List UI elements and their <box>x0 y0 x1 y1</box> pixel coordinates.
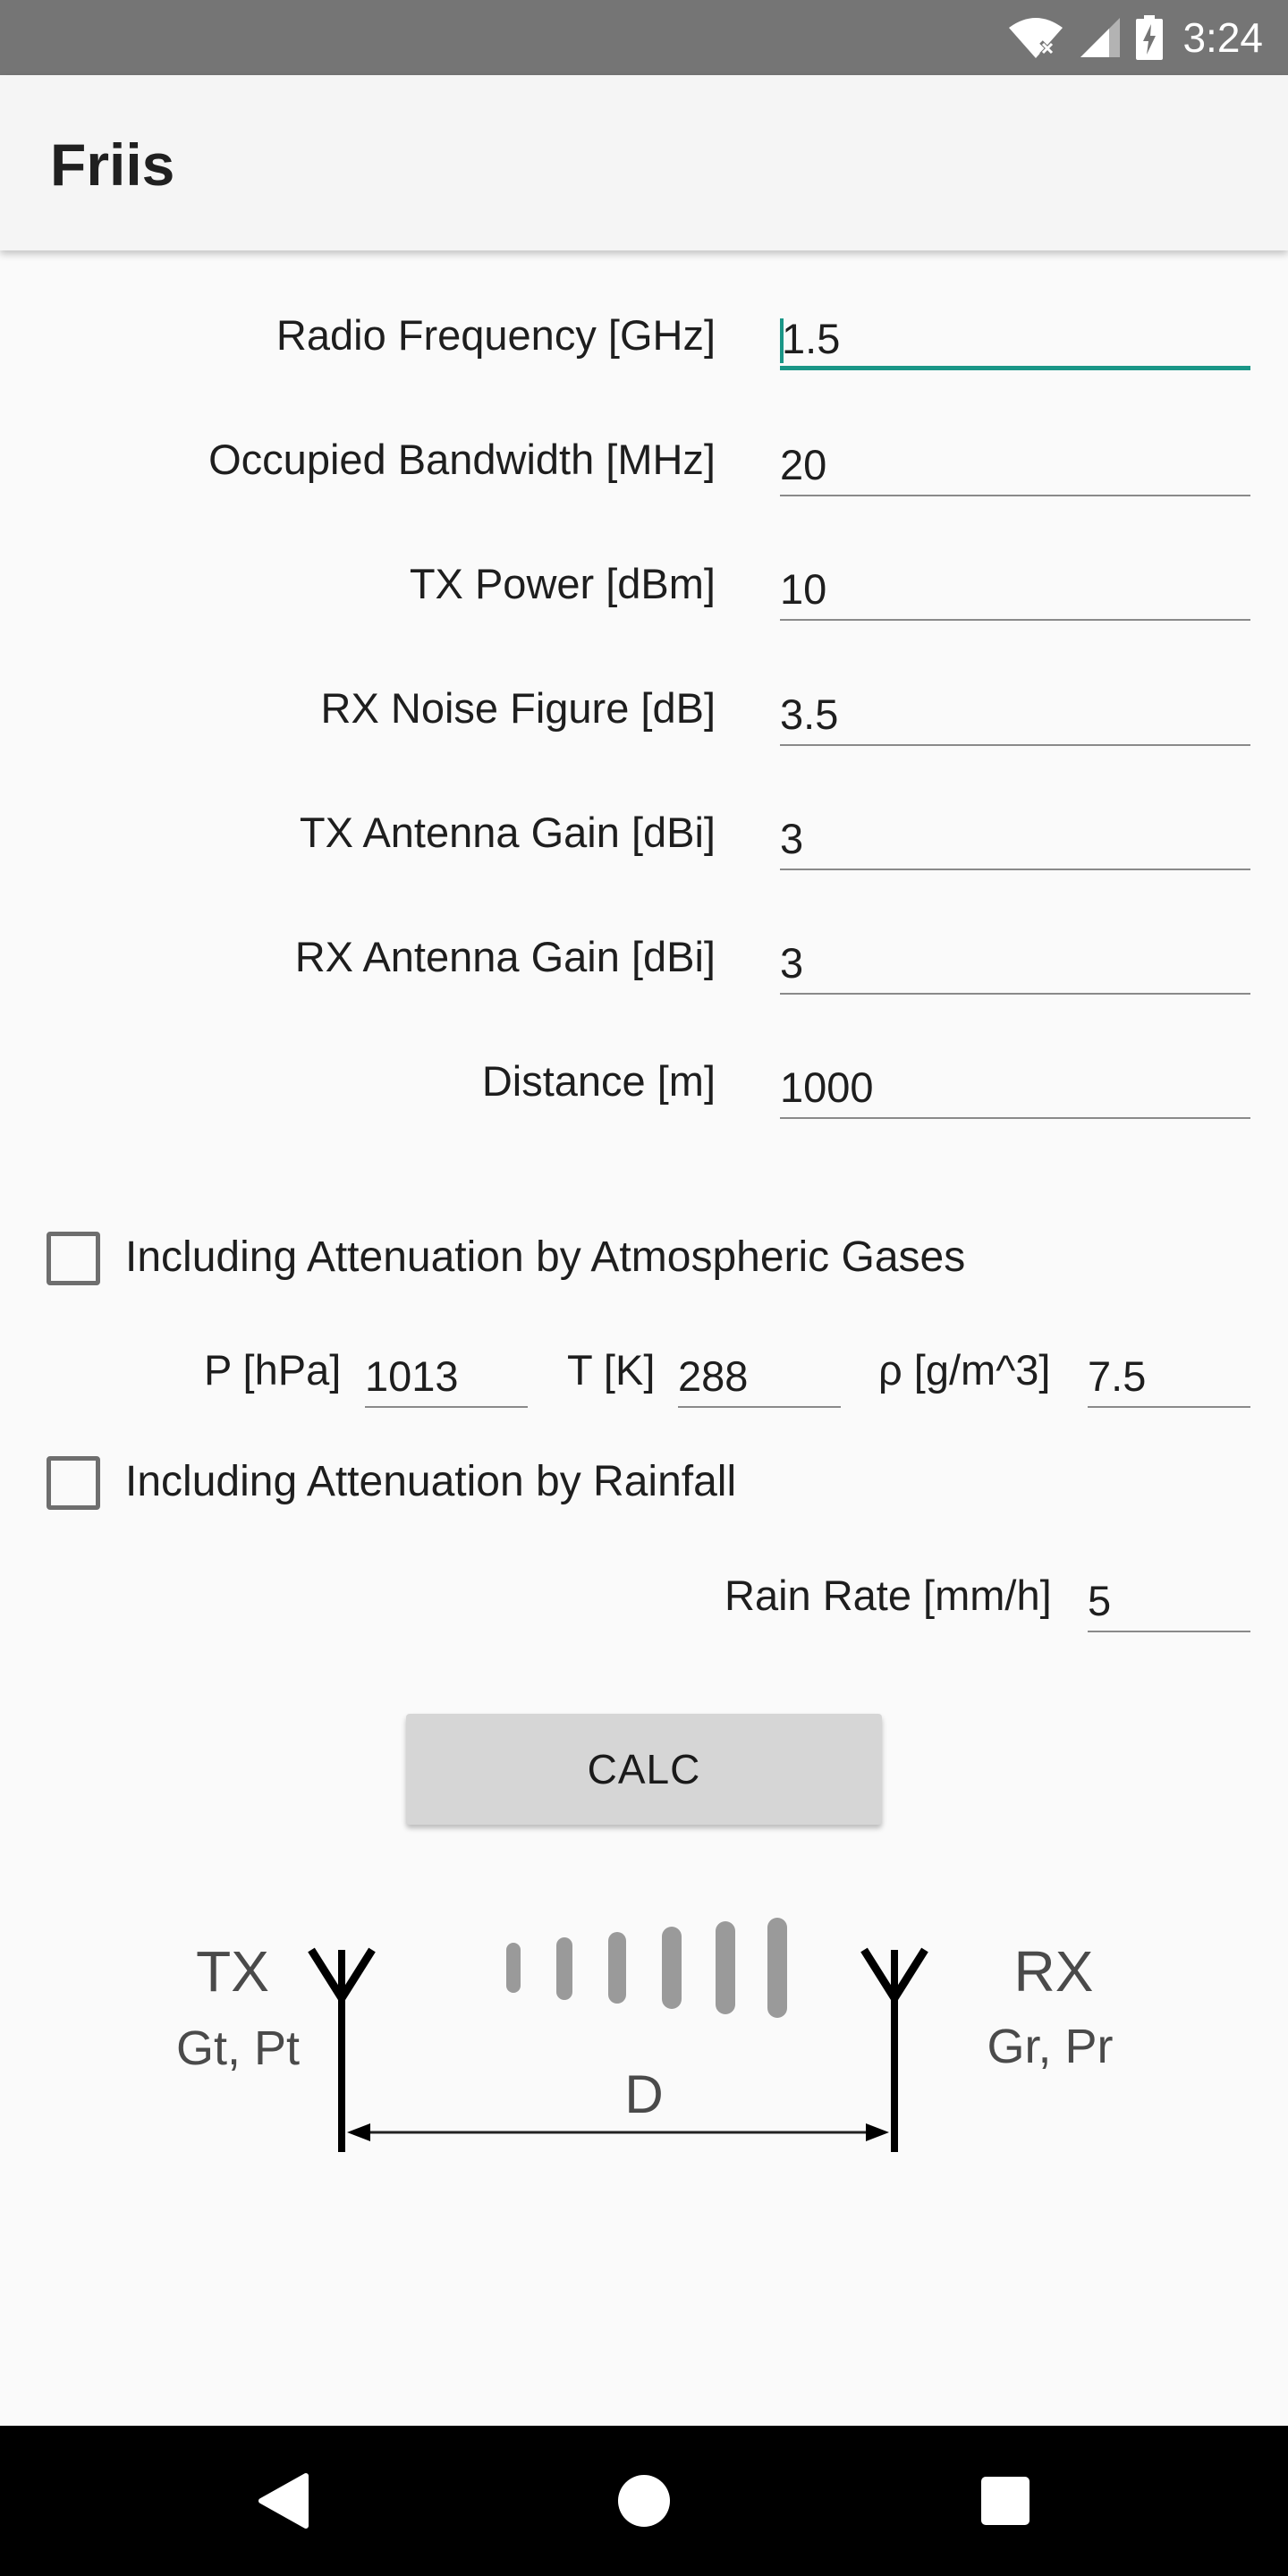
rain-rate-value: 5 <box>1088 1577 1112 1624</box>
rain-rate-input[interactable]: 5 <box>1088 1572 1250 1632</box>
rx-antenna-gain-label: RX Antenna Gain [dBi] <box>294 933 716 980</box>
recents-icon <box>981 2477 1030 2525</box>
rainfall-label: Including Attenuation by Rainfall <box>125 1458 737 1505</box>
rx-noise-figure-input[interactable]: 3.5 <box>780 685 1250 746</box>
cell-signal-icon <box>1079 16 1122 59</box>
atmospheric-gases-checkbox[interactable] <box>47 1232 100 1285</box>
rainfall-checkbox[interactable] <box>47 1456 100 1510</box>
tx-power-label: TX Power [dBm] <box>409 560 716 607</box>
density-value: 7.5 <box>1088 1352 1147 1400</box>
tx-antenna-gain-label: TX Antenna Gain [dBi] <box>299 809 716 856</box>
tx-params-label: Gt, Pt <box>176 2021 300 2075</box>
pressure-label: P [hPa] <box>204 1346 342 1394</box>
tx-antenna-icon <box>308 1947 376 2152</box>
radio-frequency-label: Radio Frequency [GHz] <box>275 311 716 359</box>
rx-antenna-gain-input[interactable]: 3 <box>780 934 1250 995</box>
tx-antenna-gain-value: 3 <box>780 815 804 862</box>
rain-rate-label: Rain Rate [mm/h] <box>724 1572 1052 1619</box>
rx-antenna-icon <box>860 1947 928 2152</box>
rx-params-label: Gr, Pr <box>987 2020 1113 2073</box>
rx-label: RX <box>1014 1939 1094 2004</box>
radio-frequency-value: 1.5 <box>782 315 841 362</box>
temperature-value: 288 <box>678 1352 749 1400</box>
status-time: 3:24 <box>1182 14 1263 61</box>
distance-arrow-icon <box>347 2123 889 2141</box>
rx-noise-figure-label: RX Noise Figure [dB] <box>320 684 716 732</box>
status-bar: 3:24 <box>0 0 1288 75</box>
pressure-input[interactable]: 1013 <box>365 1347 528 1408</box>
occupied-bandwidth-label: Occupied Bandwidth [MHz] <box>208 436 716 483</box>
temperature-label: T [K] <box>567 1346 656 1394</box>
tx-power-input[interactable]: 10 <box>780 560 1250 621</box>
occupied-bandwidth-input[interactable]: 20 <box>780 436 1250 496</box>
rx-antenna-gain-value: 3 <box>780 939 804 987</box>
nav-bar <box>0 2426 1288 2576</box>
tx-antenna-gain-input[interactable]: 3 <box>780 809 1250 870</box>
back-icon <box>258 2473 309 2529</box>
radio-wave-icon <box>506 1918 787 2018</box>
home-icon <box>618 2475 670 2527</box>
rx-noise-figure-value: 3.5 <box>780 691 839 738</box>
wifi-off-icon <box>1007 15 1064 60</box>
distance-value: 1000 <box>780 1063 874 1111</box>
home-button[interactable] <box>608 2465 680 2537</box>
friis-diagram: TX Gt, Pt RX Gr, Pr D <box>152 1905 1136 2174</box>
tx-power-value: 10 <box>780 565 827 613</box>
app-bar: Friis <box>0 75 1288 250</box>
status-icons: 3:24 <box>1007 9 1263 66</box>
calc-button[interactable]: CALC <box>406 1714 882 1825</box>
density-input[interactable]: 7.5 <box>1088 1347 1250 1408</box>
distance-label: Distance [m] <box>481 1057 716 1105</box>
back-button[interactable] <box>247 2465 318 2537</box>
occupied-bandwidth-value: 20 <box>780 441 827 488</box>
text-cursor <box>780 318 784 363</box>
density-label: ρ [g/m^3] <box>878 1346 1051 1394</box>
tx-label: TX <box>196 1939 269 2004</box>
radio-frequency-input[interactable]: 1.5 <box>780 309 1250 370</box>
distance-input[interactable]: 1000 <box>780 1058 1250 1119</box>
pressure-value: 1013 <box>365 1352 459 1400</box>
atmospheric-gases-label: Including Attenuation by Atmospheric Gas… <box>125 1233 966 1281</box>
app-title: Friis <box>50 131 175 198</box>
distance-d-label: D <box>624 2064 663 2124</box>
temperature-input[interactable]: 288 <box>678 1347 841 1408</box>
recents-button[interactable] <box>970 2465 1041 2537</box>
battery-charging-icon <box>1136 15 1164 60</box>
